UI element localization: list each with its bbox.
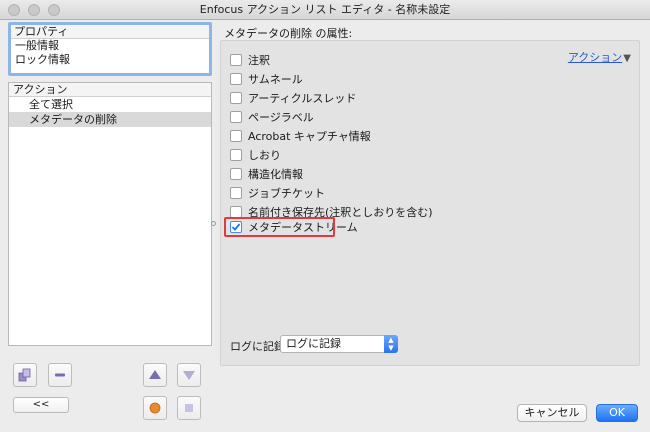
- job-ticket-checkbox[interactable]: [230, 187, 242, 199]
- move-down-icon: [183, 371, 195, 380]
- select-stepper-icon: ▲ ▼: [384, 335, 398, 353]
- zoom-window-button[interactable]: [48, 4, 60, 16]
- checkbox-row-structure[interactable]: 構造化情報: [230, 166, 303, 182]
- acrobat-capture-checkbox[interactable]: [230, 130, 242, 142]
- properties-list[interactable]: プロパティ 一般情報 ロック情報: [8, 22, 212, 76]
- attributes-panel: アクション▼ 注釈 サムネール アーティクルスレッド ページラベル Acroba…: [220, 40, 640, 366]
- record-button[interactable]: [143, 396, 167, 420]
- cancel-button[interactable]: キャンセル: [517, 404, 587, 422]
- properties-item-general[interactable]: 一般情報: [11, 39, 209, 53]
- move-up-button[interactable]: [143, 363, 167, 387]
- structure-checkbox[interactable]: [230, 168, 242, 180]
- checkbox-label: しおり: [248, 149, 281, 162]
- checkbox-label: サムネール: [248, 73, 303, 86]
- checkbox-label: ページラベル: [248, 111, 314, 124]
- title-bar: Enfocus アクション リスト エディタ - 名称未設定: [0, 0, 650, 20]
- checkbox-label: 注釈: [248, 54, 270, 67]
- action-item-remove-metadata[interactable]: メタデータの削除: [9, 112, 211, 127]
- checkbox-row-job-ticket[interactable]: ジョブチケット: [230, 185, 325, 201]
- close-window-button[interactable]: [8, 4, 20, 16]
- delete-action-button[interactable]: [48, 363, 72, 387]
- log-select[interactable]: ログに記録 ▲ ▼: [280, 335, 398, 353]
- checkbox-row-annotations[interactable]: 注釈: [230, 52, 270, 68]
- selected-option-highlight: [224, 217, 335, 237]
- action-menu-link[interactable]: アクション▼: [568, 49, 631, 65]
- move-up-icon: [149, 370, 161, 379]
- attributes-title: メタデータの削除 の属性:: [224, 27, 353, 40]
- move-down-button[interactable]: [177, 363, 201, 387]
- log-select-value: ログに記録: [286, 337, 341, 350]
- article-threads-checkbox[interactable]: [230, 92, 242, 104]
- actions-list[interactable]: アクション 全て選択 メタデータの削除: [8, 82, 212, 346]
- action-menu-label[interactable]: アクション: [568, 51, 622, 64]
- checkbox-label: アーティクルスレッド: [248, 92, 357, 105]
- checkbox-row-article-threads[interactable]: アーティクルスレッド: [230, 90, 356, 106]
- record-icon: [149, 402, 161, 414]
- minimize-window-button[interactable]: [28, 4, 40, 16]
- checkbox-row-bookmarks[interactable]: しおり: [230, 147, 281, 163]
- checkbox-label: Acrobat キャプチャ情報: [248, 130, 371, 143]
- copy-action-button[interactable]: [13, 363, 37, 387]
- checkbox-row-thumbnails[interactable]: サムネール: [230, 71, 303, 87]
- thumbnails-checkbox[interactable]: [230, 73, 242, 85]
- annotations-checkbox[interactable]: [230, 54, 242, 66]
- ok-button[interactable]: OK: [596, 404, 638, 422]
- checkbox-row-acrobat-capture[interactable]: Acrobat キャプチャ情報: [230, 128, 371, 144]
- stop-icon: [185, 404, 193, 412]
- disclosure-triangle-icon: ▼: [623, 53, 631, 64]
- window-title: Enfocus アクション リスト エディタ - 名称未設定: [199, 3, 451, 16]
- splitter-handle[interactable]: [211, 221, 216, 226]
- properties-item-lock[interactable]: ロック情報: [11, 53, 209, 67]
- checkbox-label: ジョブチケット: [248, 187, 325, 200]
- checkbox-row-page-labels[interactable]: ページラベル: [230, 109, 314, 125]
- log-label: ログに記録: [230, 340, 285, 353]
- action-item-select-all[interactable]: 全て選択: [9, 97, 211, 112]
- actions-header: アクション: [9, 83, 211, 97]
- properties-header: プロパティ: [11, 25, 209, 39]
- stop-button[interactable]: [177, 396, 201, 420]
- checkbox-label: 構造化情報: [248, 168, 303, 181]
- page-labels-checkbox[interactable]: [230, 111, 242, 123]
- collapse-panel-button[interactable]: <<: [13, 397, 69, 413]
- action-list-editor-window: Enfocus アクション リスト エディタ - 名称未設定 プロパティ 一般情…: [0, 0, 650, 432]
- delete-action-icon: [55, 373, 65, 377]
- bookmarks-checkbox[interactable]: [230, 149, 242, 161]
- copy-action-icon: [18, 368, 31, 382]
